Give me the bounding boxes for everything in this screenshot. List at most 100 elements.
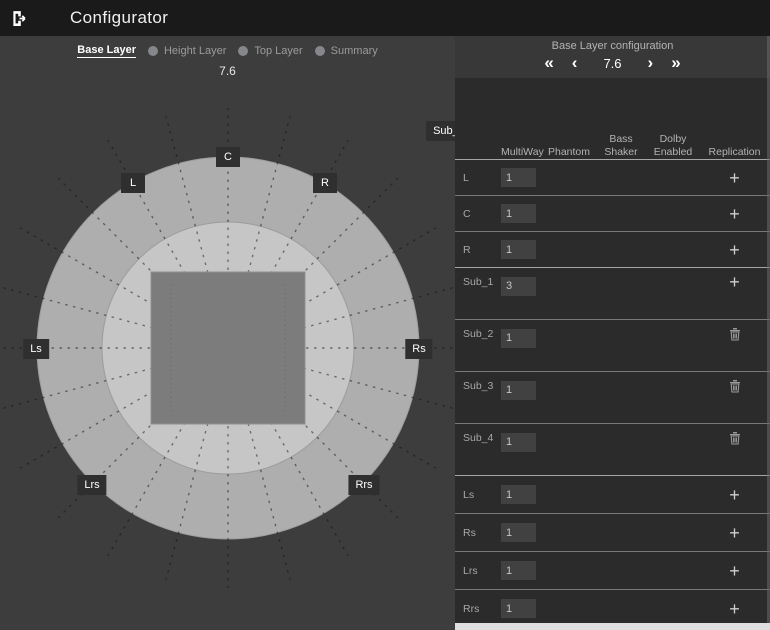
diagram-pane: C L R Ls Rs Lrs Rrs Sub_1 Base Layer Height Lay… — [0, 36, 455, 630]
channel-label: Sub_4 — [463, 432, 501, 444]
multiway-input[interactable] — [501, 561, 536, 580]
speaker-chip-r[interactable]: R — [313, 173, 337, 193]
table-row: Sub_2 — [455, 319, 770, 371]
tab-top-layer[interactable]: Top Layer — [238, 45, 302, 57]
configurator-app: Configurator C L R Ls Rs Lrs Rrs Sub_1 Base Lay… — [0, 0, 770, 630]
column-header-multiway: MultiWay — [501, 146, 543, 159]
multiway-input[interactable] — [501, 240, 536, 259]
add-replication-button[interactable]: + — [723, 561, 747, 581]
plus-icon: + — [729, 205, 740, 223]
table-row: L + — [455, 159, 770, 195]
column-header-dolby-enabled: Dolby Enabled — [647, 133, 699, 159]
speaker-chip-rrs[interactable]: Rrs — [348, 475, 379, 495]
panel-title: Base Layer configuration — [455, 36, 770, 52]
tab-label: Summary — [331, 45, 378, 57]
multiway-input[interactable] — [501, 168, 536, 187]
add-replication-button[interactable]: + — [723, 599, 747, 619]
multiway-input[interactable] — [501, 485, 536, 504]
config-panel: Base Layer configuration « ‹ 7.6 › » Mul… — [455, 36, 770, 630]
plus-icon: + — [729, 273, 740, 291]
multiway-input[interactable] — [501, 433, 536, 452]
channel-label: Rrs — [463, 603, 501, 615]
channel-label: Rs — [463, 527, 501, 539]
layer-value: 7.6 — [0, 64, 455, 78]
plus-icon: + — [729, 241, 740, 259]
add-replication-button[interactable]: + — [723, 485, 747, 505]
multiway-input[interactable] — [501, 599, 536, 618]
column-header-phantom: Phantom — [543, 146, 595, 159]
channel-label: Sub_1 — [463, 276, 501, 288]
layer-tabs: Base Layer Height Layer Top Layer Summar… — [0, 44, 455, 58]
channel-label: C — [463, 208, 501, 220]
tab-bullet-icon — [238, 46, 248, 56]
delete-row-button[interactable] — [723, 428, 747, 448]
tab-summary[interactable]: Summary — [315, 45, 378, 57]
speaker-chip-c[interactable]: C — [216, 147, 240, 167]
speaker-chip-sub_1[interactable]: Sub_1 — [426, 121, 455, 141]
tab-height-layer[interactable]: Height Layer — [148, 45, 226, 57]
nav-next-button[interactable]: › — [646, 54, 656, 72]
horizontal-scrollbar[interactable] — [455, 623, 770, 630]
multiway-input[interactable] — [501, 523, 536, 542]
nav-prev-button[interactable]: ‹ — [570, 54, 580, 72]
layer-navigation: « ‹ 7.6 › » — [455, 54, 770, 72]
tab-label: Base Layer — [77, 44, 136, 58]
add-replication-button[interactable]: + — [723, 204, 747, 224]
table-row: Sub_4 — [455, 423, 770, 475]
add-replication-button[interactable]: + — [723, 168, 747, 188]
multiway-input[interactable] — [501, 277, 536, 296]
channel-label: Sub_3 — [463, 380, 501, 392]
trash-icon — [729, 327, 741, 341]
add-replication-button[interactable]: + — [723, 240, 747, 260]
add-replication-button[interactable]: + — [723, 272, 747, 292]
table-column-headers: MultiWay Phantom Bass Shaker Dolby Enabl… — [455, 78, 770, 166]
speaker-chip-rs[interactable]: Rs — [405, 339, 432, 359]
door-exit-icon — [9, 8, 30, 29]
table-row: Sub_3 — [455, 371, 770, 423]
tab-base-layer[interactable]: Base Layer — [77, 44, 136, 58]
plus-icon: + — [729, 524, 740, 542]
app-header: Configurator — [0, 0, 770, 36]
tab-bullet-icon — [315, 46, 325, 56]
multiway-input[interactable] — [501, 381, 536, 400]
tab-bullet-icon — [148, 46, 158, 56]
channel-table: L + C + R + Sub_1 + Sub_2 Sub_3 — [455, 159, 770, 627]
table-row: Sub_1 + — [455, 267, 770, 319]
trash-icon — [729, 379, 741, 393]
nav-last-button[interactable]: » — [669, 54, 682, 72]
plus-icon: + — [729, 600, 740, 618]
speaker-chip-lrs[interactable]: Lrs — [77, 475, 106, 495]
page-title: Configurator — [70, 8, 168, 28]
logout-button[interactable] — [0, 0, 38, 36]
trash-icon — [729, 431, 741, 445]
delete-row-button[interactable] — [723, 324, 747, 344]
table-row: Rs + — [455, 513, 770, 551]
room-square — [151, 272, 305, 424]
plus-icon: + — [729, 169, 740, 187]
table-row: C + — [455, 195, 770, 231]
channel-label: Ls — [463, 489, 501, 501]
column-header-bass-shaker: Bass Shaker — [595, 133, 647, 159]
channel-label: Sub_2 — [463, 328, 501, 340]
table-row: Ls + — [455, 475, 770, 513]
panel-header: Base Layer configuration « ‹ 7.6 › » — [455, 36, 770, 78]
add-replication-button[interactable]: + — [723, 523, 747, 543]
speaker-chip-ls[interactable]: Ls — [23, 339, 49, 359]
table-row: R + — [455, 231, 770, 267]
nav-layer-value: 7.6 — [603, 56, 621, 71]
delete-row-button[interactable] — [723, 376, 747, 396]
nav-first-button[interactable]: « — [542, 54, 555, 72]
speaker-chip-l[interactable]: L — [121, 173, 145, 193]
column-header-replication: Replication — [699, 146, 770, 159]
channel-label: Lrs — [463, 565, 501, 577]
multiway-input[interactable] — [501, 204, 536, 223]
table-row: Rrs + — [455, 589, 770, 627]
plus-icon: + — [729, 486, 740, 504]
tab-label: Height Layer — [164, 45, 226, 57]
tab-label: Top Layer — [254, 45, 302, 57]
speaker-layout-diagram — [0, 36, 455, 630]
plus-icon: + — [729, 562, 740, 580]
channel-label: L — [463, 172, 501, 184]
table-row: Lrs + — [455, 551, 770, 589]
multiway-input[interactable] — [501, 329, 536, 348]
